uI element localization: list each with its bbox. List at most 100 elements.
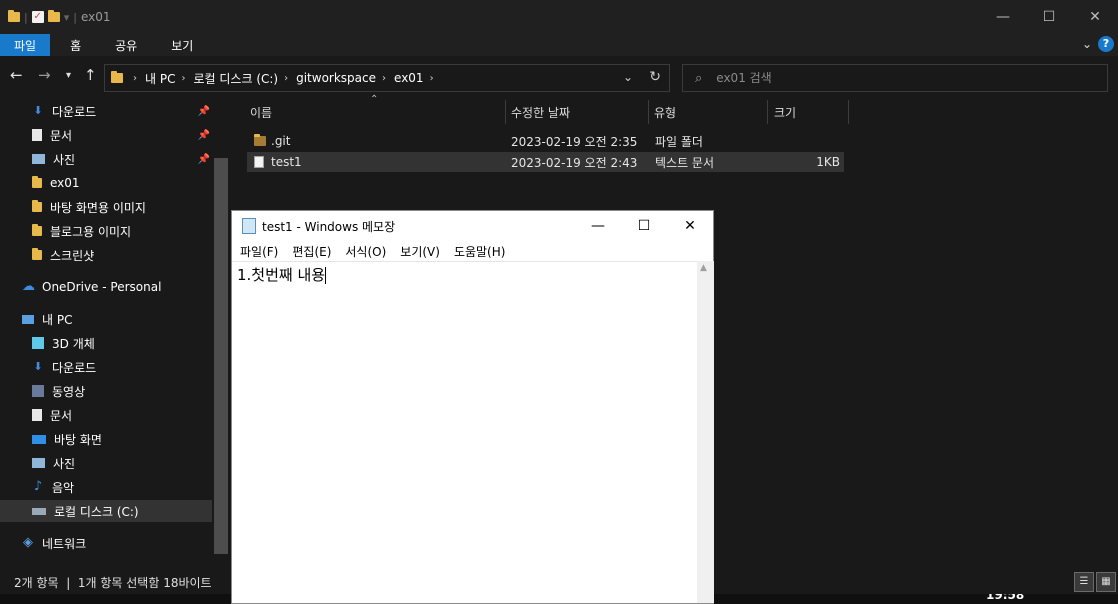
scroll-up-icon[interactable]: ▲ bbox=[700, 263, 707, 273]
recent-locations-icon[interactable]: ▾ bbox=[66, 70, 71, 81]
column-header-date[interactable]: 수정한 날짜 bbox=[511, 100, 570, 124]
forward-arrow-icon[interactable]: → bbox=[38, 66, 51, 84]
sidebar-item-pictures-quick[interactable]: 사진 📌 bbox=[0, 148, 212, 170]
sidebar-item-label: 사진 bbox=[53, 152, 76, 167]
chevron-right-icon[interactable]: › bbox=[284, 73, 288, 84]
refresh-icon[interactable]: ↻ bbox=[649, 69, 661, 85]
column-header-name[interactable]: 이름 bbox=[250, 100, 272, 124]
sidebar-item-downloads[interactable]: ⬇ 다운로드 bbox=[0, 356, 212, 378]
sidebar-item-desktop[interactable]: 바탕 화면 bbox=[0, 428, 212, 450]
notepad-content: 1.첫번째 내용 bbox=[237, 266, 326, 284]
picture-icon bbox=[32, 458, 45, 468]
breadcrumb-gitworkspace[interactable]: gitworkspace bbox=[296, 71, 376, 85]
details-view-icon[interactable]: ☰ bbox=[1074, 572, 1094, 592]
file-name: .git bbox=[271, 134, 291, 148]
sort-ascending-icon: ⌃ bbox=[370, 94, 379, 105]
folder-icon bbox=[32, 224, 42, 236]
tab-share[interactable]: 공유 bbox=[101, 34, 151, 56]
sidebar-item-label: 내 PC bbox=[42, 312, 73, 327]
column-divider[interactable] bbox=[648, 100, 649, 124]
close-button[interactable]: ✕ bbox=[1072, 0, 1118, 34]
cloud-icon: ☁ bbox=[22, 279, 35, 294]
minimize-button[interactable]: — bbox=[980, 0, 1026, 34]
notepad-titlebar: test1 - Windows 메모장 — ☐ ✕ bbox=[232, 211, 713, 241]
sidebar-item-documents[interactable]: 문서 bbox=[0, 404, 212, 426]
sidebar-item-onedrive[interactable]: ☁ OneDrive - Personal bbox=[0, 276, 212, 298]
sidebar-item-network[interactable]: ◈ 네트워크 bbox=[0, 532, 212, 554]
menu-view[interactable]: 보기(V) bbox=[400, 243, 440, 260]
large-icons-view-icon[interactable]: ▦ bbox=[1096, 572, 1116, 592]
document-icon bbox=[32, 129, 42, 141]
sidebar-item-documents-quick[interactable]: 문서 📌 bbox=[0, 124, 212, 146]
chevron-right-icon[interactable]: › bbox=[430, 73, 434, 84]
music-icon: ♪ bbox=[33, 479, 43, 494]
column-divider[interactable] bbox=[848, 100, 849, 124]
3d-objects-icon bbox=[32, 337, 44, 349]
sidebar-item-label: 네트워크 bbox=[42, 536, 87, 551]
chevron-right-icon[interactable]: › bbox=[181, 73, 185, 84]
chevron-down-icon[interactable]: ⌄ bbox=[623, 70, 633, 84]
properties-icon[interactable]: ✓ bbox=[31, 11, 44, 23]
chevron-right-icon[interactable]: › bbox=[133, 73, 137, 84]
column-header-type[interactable]: 유형 bbox=[654, 100, 676, 124]
search-box[interactable]: ⌕ bbox=[682, 64, 1108, 92]
address-bar[interactable]: › 내 PC › 로컬 디스크 (C:) › gitworkspace › ex… bbox=[104, 64, 670, 92]
breadcrumb-ex01[interactable]: ex01 bbox=[394, 71, 424, 85]
expand-ribbon-icon[interactable]: ⌄ bbox=[1082, 37, 1092, 51]
menu-file[interactable]: 파일(F) bbox=[240, 243, 278, 260]
search-input[interactable] bbox=[716, 71, 1017, 85]
sidebar-item-downloads-quick[interactable]: ⬇ 다운로드 📌 bbox=[0, 100, 212, 122]
notepad-vertical-scrollbar[interactable]: ▲ bbox=[697, 261, 714, 603]
sidebar-item-label: 다운로드 bbox=[52, 360, 97, 375]
navigation-bar: ← → ▾ ↑ › 내 PC › 로컬 디스크 (C:) › gitworksp… bbox=[0, 56, 1118, 100]
sidebar-item-local-disk[interactable]: 로컬 디스크 (C:) bbox=[0, 500, 212, 522]
customize-qa-icon[interactable]: ▾ bbox=[64, 11, 70, 24]
up-arrow-icon[interactable]: ↑ bbox=[84, 66, 97, 84]
view-buttons: ☰ ▦ bbox=[1074, 572, 1116, 592]
sidebar-item-this-pc[interactable]: 내 PC bbox=[0, 308, 212, 330]
notepad-window-controls: — ☐ ✕ bbox=[575, 211, 713, 241]
tab-file[interactable]: 파일 bbox=[0, 34, 51, 56]
desktop-icon bbox=[32, 434, 46, 444]
sidebar-item-videos[interactable]: 동영상 bbox=[0, 380, 212, 402]
notepad-minimize-button[interactable]: — bbox=[575, 211, 621, 241]
sidebar-item-pictures[interactable]: 사진 bbox=[0, 452, 212, 474]
sidebar-item-blog-images[interactable]: 블로그용 이미지 bbox=[0, 220, 212, 242]
pin-icon: 📌 bbox=[197, 105, 210, 117]
column-header-size[interactable]: 크기 bbox=[774, 100, 796, 124]
notepad-close-button[interactable]: ✕ bbox=[667, 211, 713, 241]
menu-help[interactable]: 도움말(H) bbox=[454, 243, 506, 260]
tab-home[interactable]: 홈 bbox=[56, 34, 95, 56]
tab-view[interactable]: 보기 bbox=[157, 34, 207, 56]
sidebar-item-label: OneDrive - Personal bbox=[42, 280, 162, 294]
notepad-maximize-button[interactable]: ☐ bbox=[621, 211, 667, 241]
sidebar-item-label: 음악 bbox=[52, 480, 75, 495]
breadcrumb-this-pc[interactable]: 내 PC bbox=[145, 70, 175, 87]
download-icon: ⬇ bbox=[33, 104, 43, 117]
chevron-right-icon[interactable]: › bbox=[382, 73, 386, 84]
menu-format[interactable]: 서식(O) bbox=[345, 243, 386, 260]
sidebar-item-screenshots[interactable]: 스크린샷 bbox=[0, 244, 212, 266]
maximize-button[interactable]: ☐ bbox=[1026, 0, 1072, 34]
column-divider[interactable] bbox=[505, 100, 506, 124]
sidebar-scrollbar[interactable] bbox=[214, 158, 228, 554]
column-divider[interactable] bbox=[767, 100, 768, 124]
file-row[interactable]: test1 2023-02-19 오전 2:43 텍스트 문서 1KB bbox=[247, 152, 844, 172]
menu-edit[interactable]: 편집(E) bbox=[292, 243, 331, 260]
notepad-window: test1 - Windows 메모장 — ☐ ✕ 파일(F) 편집(E) 서식… bbox=[231, 210, 714, 604]
computer-icon bbox=[22, 314, 34, 324]
sidebar-item-3d-objects[interactable]: 3D 개체 bbox=[0, 332, 212, 354]
breadcrumb-local-disk[interactable]: 로컬 디스크 (C:) bbox=[193, 70, 278, 87]
sidebar-item-wallpaper-images[interactable]: 바탕 화면용 이미지 bbox=[0, 196, 212, 218]
file-date: 2023-02-19 오전 2:35 bbox=[511, 134, 638, 149]
sidebar-item-ex01[interactable]: ex01 bbox=[0, 172, 212, 194]
sidebar-item-music[interactable]: ♪ 음악 bbox=[0, 476, 212, 498]
file-row[interactable]: .git 2023-02-19 오전 2:35 파일 폴더 bbox=[247, 131, 844, 151]
back-arrow-icon[interactable]: ← bbox=[10, 66, 23, 84]
folder-icon bbox=[111, 71, 123, 83]
notepad-menu-bar: 파일(F) 편집(E) 서식(O) 보기(V) 도움말(H) bbox=[232, 241, 519, 261]
help-icon[interactable]: ? bbox=[1098, 36, 1114, 52]
new-folder-icon[interactable] bbox=[47, 10, 60, 22]
explorer-titlebar: | ✓ ▾ | ex01 — ☐ ✕ bbox=[0, 0, 1118, 34]
notepad-text-area[interactable]: 1.첫번째 내용 bbox=[232, 261, 697, 603]
